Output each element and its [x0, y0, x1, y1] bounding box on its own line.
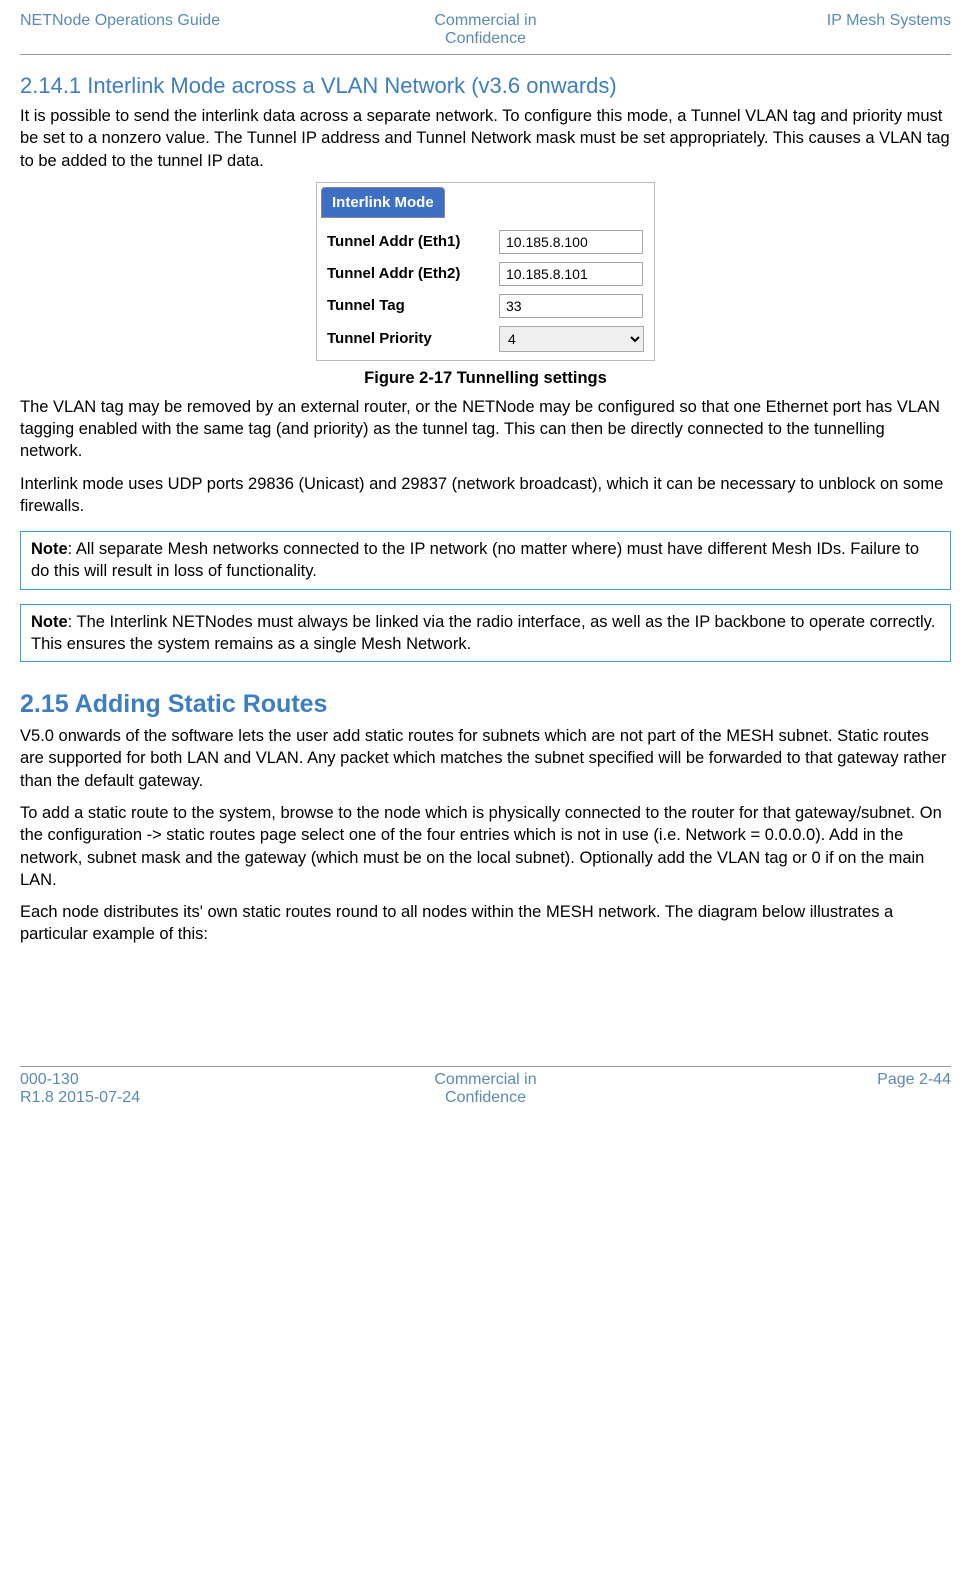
figure-wrapper: Interlink Mode Tunnel Addr (Eth1) Tunnel… — [20, 182, 951, 361]
field-label: Tunnel Tag — [321, 290, 493, 322]
header-center: Commercial inConfidence — [330, 12, 640, 48]
tunnel-addr-eth2-input[interactable] — [499, 262, 643, 286]
footer-center: Commercial inConfidence — [330, 1071, 640, 1107]
field-label: Tunnel Priority — [321, 322, 493, 356]
subsection-heading: 2.14.1 Interlink Mode across a VLAN Netw… — [20, 73, 951, 99]
body-paragraph: It is possible to send the interlink dat… — [20, 105, 951, 172]
note-box: Note: All separate Mesh networks connect… — [20, 531, 951, 590]
header-right: IP Mesh Systems — [641, 12, 951, 48]
note-text: : All separate Mesh networks connected t… — [31, 540, 919, 580]
tunnel-priority-select[interactable]: 4 — [499, 326, 644, 352]
page-footer: 000-130R1.8 2015-07-24 Commercial inConf… — [20, 1066, 951, 1107]
section-heading: 2.15 Adding Static Routes — [20, 690, 951, 719]
figure-caption: Figure 2-17 Tunnelling settings — [20, 369, 951, 388]
note-box: Note: The Interlink NETNodes must always… — [20, 604, 951, 663]
field-label: Tunnel Addr (Eth1) — [321, 226, 493, 258]
header-left: NETNode Operations Guide — [20, 12, 330, 48]
footer-left: 000-130R1.8 2015-07-24 — [20, 1071, 330, 1107]
body-paragraph: Interlink mode uses UDP ports 29836 (Uni… — [20, 473, 951, 518]
footer-right: Page 2-44 — [641, 1071, 951, 1107]
panel-title: Interlink Mode — [321, 187, 445, 218]
figure-panel: Interlink Mode Tunnel Addr (Eth1) Tunnel… — [316, 182, 655, 361]
tunnel-tag-input[interactable] — [499, 294, 643, 318]
note-label: Note — [31, 540, 68, 558]
body-paragraph: V5.0 onwards of the software lets the us… — [20, 725, 951, 792]
field-label: Tunnel Addr (Eth2) — [321, 258, 493, 290]
body-paragraph: The VLAN tag may be removed by an extern… — [20, 396, 951, 463]
body-paragraph: Each node distributes its' own static ro… — [20, 901, 951, 946]
note-label: Note — [31, 613, 68, 631]
note-text: : The Interlink NETNodes must always be … — [31, 613, 935, 653]
page-header: NETNode Operations Guide Commercial inCo… — [20, 12, 951, 55]
body-paragraph: To add a static route to the system, bro… — [20, 802, 951, 891]
tunnel-addr-eth1-input[interactable] — [499, 230, 643, 254]
